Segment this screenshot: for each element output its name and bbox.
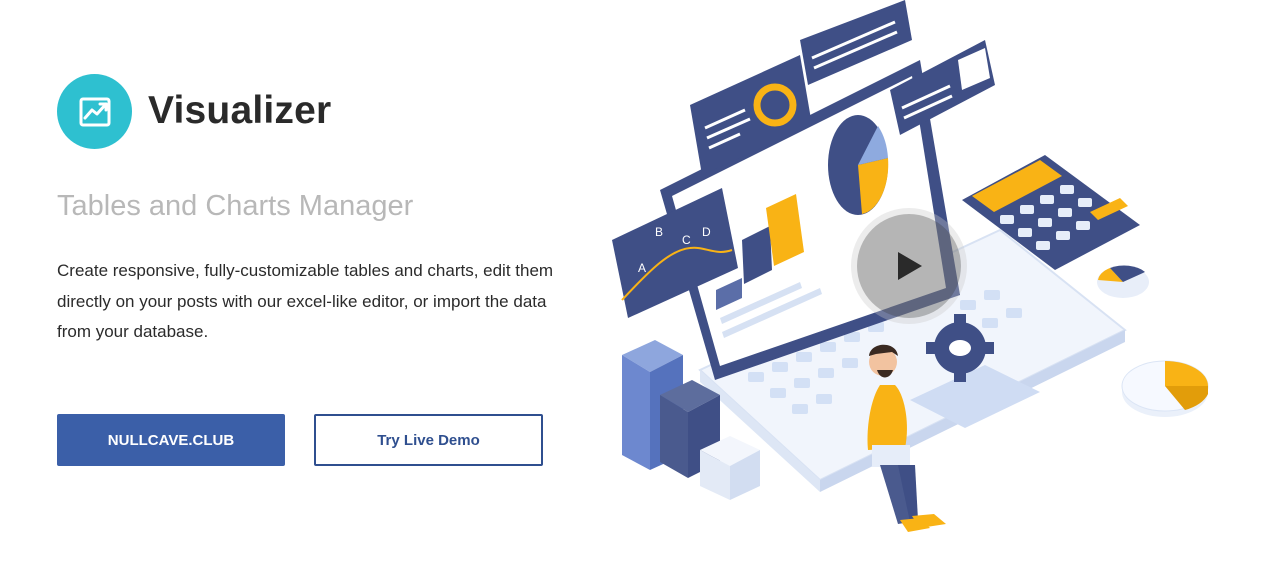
live-demo-button[interactable]: Try Live Demo bbox=[314, 414, 543, 466]
primary-cta-button[interactable]: NULLCAVE.CLUB bbox=[57, 414, 285, 466]
chart-letter-d: D bbox=[702, 225, 711, 239]
text-card bbox=[800, 0, 912, 85]
pie-3d-bottom bbox=[1121, 360, 1209, 417]
page-subtitle: Tables and Charts Manager bbox=[57, 190, 414, 222]
pie-3d-top bbox=[1097, 265, 1149, 298]
logo bbox=[57, 73, 132, 149]
chart-letter-a: A bbox=[638, 261, 646, 275]
chart-trend-icon bbox=[79, 97, 110, 127]
play-icon bbox=[898, 252, 922, 280]
hero-text-column: Visualizer Tables and Charts Manager Cre… bbox=[57, 0, 577, 573]
chart-letter-b: B bbox=[655, 225, 663, 239]
chart-letter-c: C bbox=[682, 233, 691, 247]
brand: Visualizer bbox=[57, 73, 331, 149]
brand-name: Visualizer bbox=[148, 89, 332, 132]
video-play-button[interactable] bbox=[857, 214, 961, 318]
hero-description: Create responsive, fully-customizable ta… bbox=[57, 261, 554, 341]
